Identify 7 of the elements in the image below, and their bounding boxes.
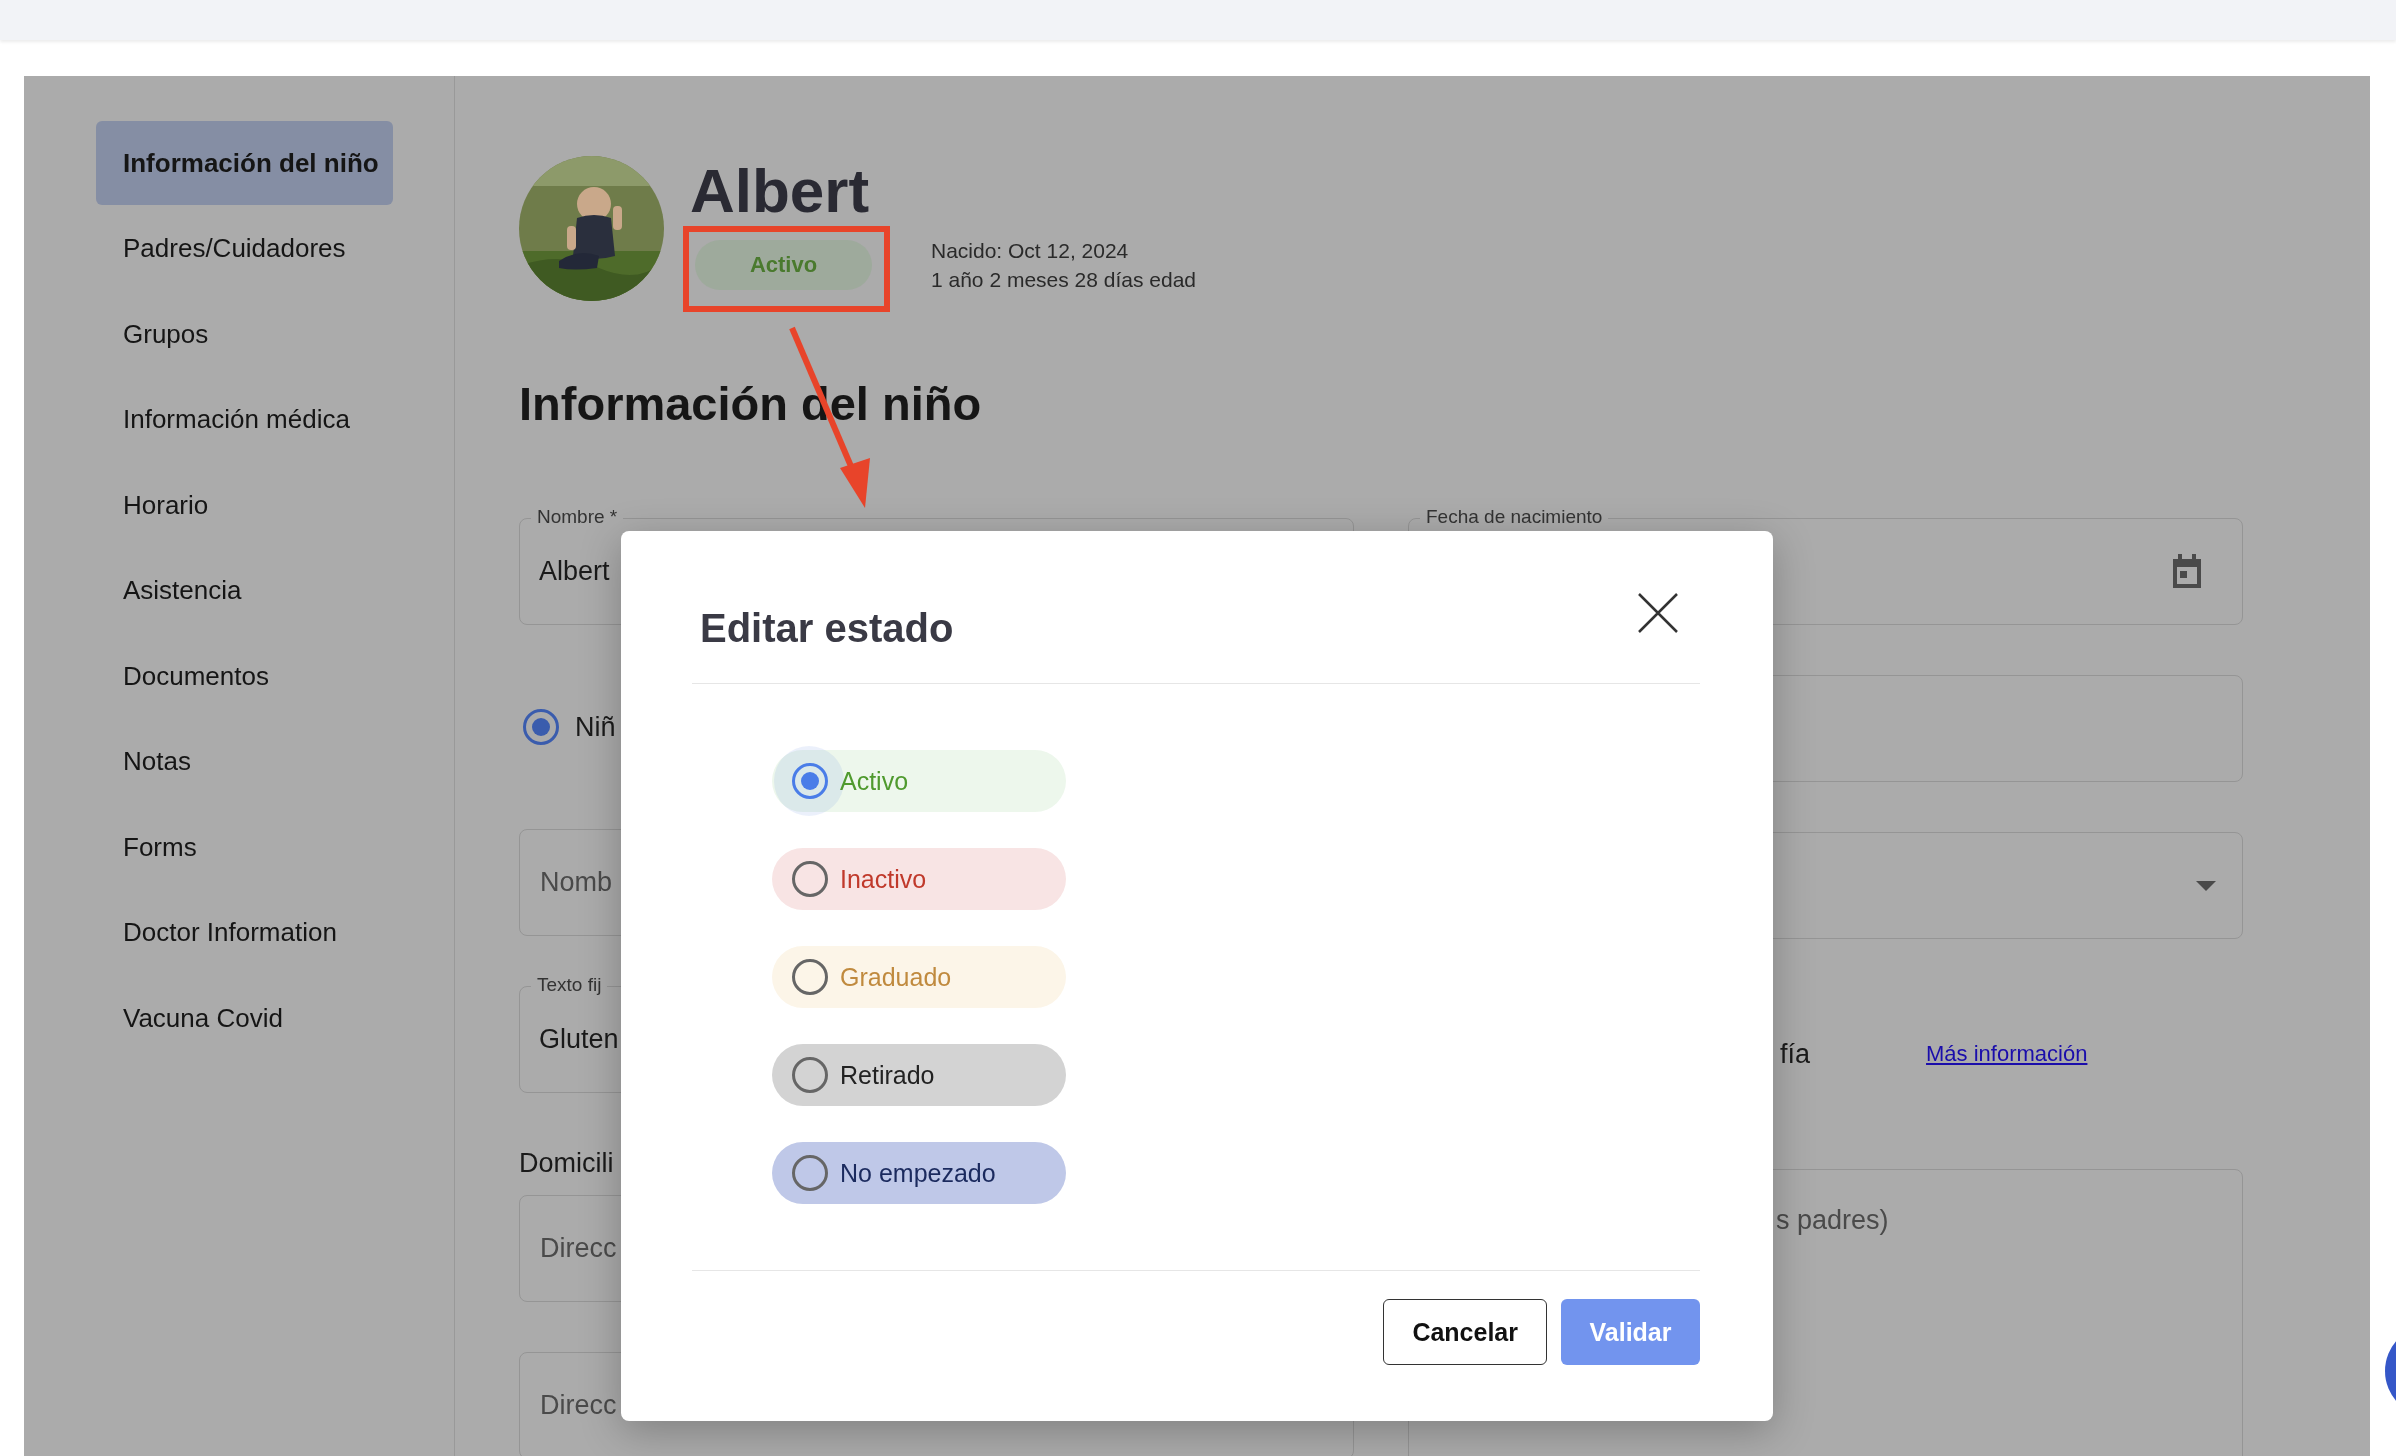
age-text: 1 año 2 meses 28 días edad bbox=[931, 268, 1197, 292]
child-name: Albert bbox=[689, 156, 871, 226]
section-heading: Domicili bbox=[519, 1147, 614, 1180]
dialog-title: Editar estado bbox=[700, 606, 954, 651]
field-text: fía bbox=[1780, 1038, 1811, 1070]
birth-date: Nacido: Oct 12, 2024 bbox=[931, 239, 1130, 263]
radio-label: Niñ bbox=[575, 711, 616, 743]
